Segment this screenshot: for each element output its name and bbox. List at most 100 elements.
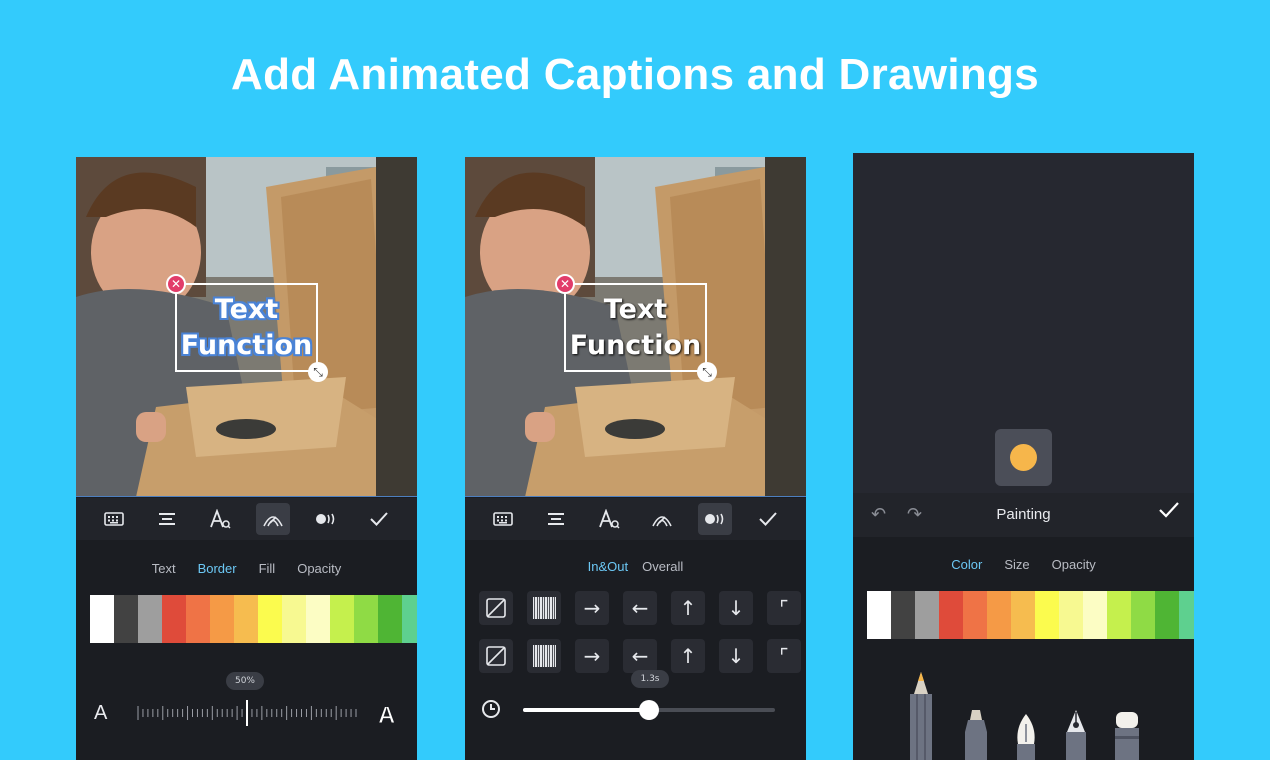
caption-text[interactable]: Text Function <box>177 285 316 370</box>
style-tabs: Text Border Fill Opacity <box>76 561 417 576</box>
pencil-icon[interactable] <box>908 672 934 760</box>
editor-toolbar <box>76 498 417 540</box>
arrow-right-icon[interactable]: → <box>575 639 609 673</box>
color-swatch[interactable] <box>90 595 114 643</box>
color-swatch[interactable] <box>306 595 330 643</box>
confirm-check-icon[interactable] <box>362 503 396 535</box>
border-style-icon[interactable] <box>255 503 290 535</box>
color-swatch[interactable] <box>234 595 258 643</box>
marker-icon[interactable] <box>963 710 989 760</box>
color-swatch[interactable] <box>963 591 987 639</box>
color-swatch[interactable] <box>1035 591 1059 639</box>
video-preview[interactable]: Text Function ✕ ⤡ <box>76 157 417 497</box>
tab-size[interactable]: Size <box>993 557 1040 572</box>
video-preview[interactable]: Text Function ✕ ⤡ <box>465 157 806 497</box>
color-swatch[interactable] <box>1083 591 1107 639</box>
animation-tabs: In&Out Overall <box>465 559 806 574</box>
arrow-down-icon[interactable]: ↓ <box>719 639 753 673</box>
tab-overall[interactable]: Overall <box>635 559 690 574</box>
color-swatch[interactable] <box>378 595 402 643</box>
color-swatch[interactable] <box>1155 591 1179 639</box>
eraser-icon[interactable] <box>1113 712 1141 760</box>
confirm-check-icon[interactable] <box>751 503 785 535</box>
resize-handle-icon[interactable]: ⤡ <box>308 362 328 382</box>
confirm-check-icon[interactable] <box>1158 501 1180 523</box>
tab-color[interactable]: Color <box>940 557 993 572</box>
color-swatch[interactable] <box>282 595 306 643</box>
duration-badge: 1.3s <box>631 670 669 688</box>
barcode-icon[interactable] <box>527 591 561 625</box>
color-swatch[interactable] <box>114 595 138 643</box>
tab-opacity[interactable]: Opacity <box>286 561 352 576</box>
fountain-pen-icon[interactable] <box>1013 714 1039 760</box>
color-swatch[interactable] <box>1179 591 1194 639</box>
painting-title: Painting <box>996 506 1051 523</box>
color-palette <box>90 595 417 643</box>
tab-fill[interactable]: Fill <box>248 561 287 576</box>
color-swatch[interactable] <box>402 595 417 643</box>
color-swatch[interactable] <box>162 595 186 643</box>
arrow-up-icon[interactable]: ↑ <box>671 591 705 625</box>
caption-frame[interactable]: Text Function ✕ ⤡ <box>166 274 328 382</box>
painting-panel: ↶ ↷ Painting Color Size Opacity <box>853 493 1194 760</box>
expand-icon[interactable]: ⌜ <box>767 639 801 673</box>
animation-icon[interactable] <box>309 503 343 535</box>
tab-opacity[interactable]: Opacity <box>1041 557 1107 572</box>
color-swatch[interactable] <box>330 595 354 643</box>
tab-text[interactable]: Text <box>141 561 187 576</box>
border-style-icon[interactable] <box>645 503 679 535</box>
color-swatch[interactable] <box>210 595 234 643</box>
caption-frame[interactable]: Text Function ✕ ⤡ <box>555 274 717 382</box>
duration-slider[interactable] <box>523 700 775 720</box>
color-swatch[interactable] <box>1131 591 1155 639</box>
timer-icon <box>482 700 500 718</box>
expand-icon[interactable]: ⌜ <box>767 591 801 625</box>
size-slider[interactable]: 50% A A <box>76 672 417 752</box>
arrow-down-icon[interactable]: ↓ <box>719 591 753 625</box>
align-icon[interactable] <box>539 503 573 535</box>
color-swatch[interactable] <box>258 595 282 643</box>
color-swatch[interactable] <box>1011 591 1035 639</box>
color-swatch[interactable] <box>939 591 963 639</box>
arrow-left-icon[interactable]: ← <box>623 639 657 673</box>
remove-caption-icon[interactable]: ✕ <box>166 274 186 294</box>
calligraphy-pen-icon[interactable] <box>1063 710 1089 760</box>
editor-toolbar <box>465 498 806 540</box>
resize-handle-icon[interactable]: ⤡ <box>697 362 717 382</box>
font-icon[interactable] <box>592 503 626 535</box>
color-swatch[interactable] <box>915 591 939 639</box>
none-icon[interactable] <box>479 591 513 625</box>
color-swatch[interactable] <box>987 591 1011 639</box>
keyboard-icon[interactable] <box>486 503 520 535</box>
barcode-icon[interactable] <box>527 639 561 673</box>
ruler-ticks[interactable] <box>134 698 360 728</box>
phone-screen-caption-animation: Text Function ✕ ⤡ In&Out Overall → ← ↑ ↓ ⌜ → ←… <box>465 157 806 760</box>
align-icon[interactable] <box>150 503 184 535</box>
phone-screen-caption-border: Text Function ✕ ⤡ Text Border Fill Opaci… <box>76 157 417 760</box>
color-swatch[interactable] <box>186 595 210 643</box>
duration-slider-knob[interactable] <box>639 700 659 720</box>
color-swatch[interactable] <box>891 591 915 639</box>
arrow-up-icon[interactable]: ↑ <box>671 639 705 673</box>
remove-caption-icon[interactable]: ✕ <box>555 274 575 294</box>
tab-in-out[interactable]: In&Out <box>581 559 635 574</box>
font-icon[interactable] <box>203 503 237 535</box>
color-swatch[interactable] <box>1107 591 1131 639</box>
large-size-label: A <box>377 702 396 730</box>
animation-presets-grid: → ← ↑ ↓ ⌜ → ← ↑ ↓ ⌜ <box>479 591 801 673</box>
none-icon[interactable] <box>479 639 513 673</box>
tab-border[interactable]: Border <box>187 561 248 576</box>
arrow-right-icon[interactable]: → <box>575 591 609 625</box>
color-swatch[interactable] <box>138 595 162 643</box>
painting-header: ↶ ↷ Painting <box>853 493 1194 537</box>
caption-text[interactable]: Text Function <box>566 285 705 370</box>
keyboard-icon[interactable] <box>97 503 131 535</box>
color-swatch[interactable] <box>867 591 891 639</box>
headline: Add Animated Captions and Drawings <box>231 50 1039 99</box>
brush-color-dot <box>1010 444 1037 471</box>
color-swatch[interactable] <box>1059 591 1083 639</box>
small-size-label: A <box>94 702 108 724</box>
arrow-left-icon[interactable]: ← <box>623 591 657 625</box>
color-swatch[interactable] <box>354 595 378 643</box>
animation-icon[interactable] <box>697 503 732 535</box>
